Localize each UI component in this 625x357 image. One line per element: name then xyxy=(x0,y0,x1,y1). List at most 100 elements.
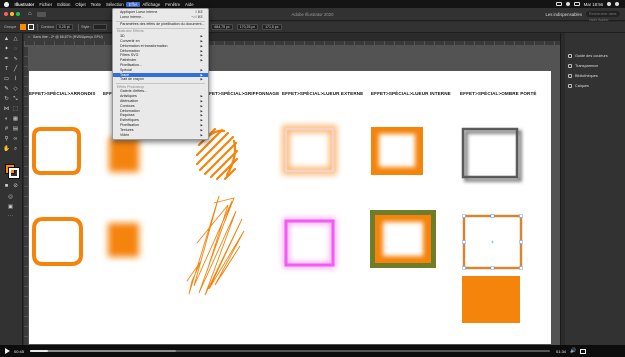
document-tab-label: Sans titre - 2* @ 66,67% (RVB/Aperçu GPU… xyxy=(33,35,103,39)
menu-effet[interactable]: Effet xyxy=(126,1,140,7)
menu-illustrator[interactable]: Illustrator xyxy=(12,2,37,7)
rectangle-tool-icon[interactable]: ▭ xyxy=(3,76,10,83)
direct-selection-tool-icon[interactable]: △ xyxy=(12,36,19,43)
clock[interactable]: Mar 18:56 xyxy=(582,2,605,7)
effet-menu-item[interactable]: Lueur interne... ⌥⇧⌘E xyxy=(113,15,208,20)
color-mode-icon[interactable]: ■ xyxy=(3,183,10,190)
graphic-style-picker[interactable] xyxy=(93,24,108,30)
artboard[interactable]: EFFET>SPÉCIAL>ARRONDIS EFFET>SPÉCIAL>FLO… xyxy=(29,71,551,344)
video-seek-bar[interactable] xyxy=(30,350,551,352)
menu-edition[interactable]: Edition xyxy=(55,2,73,7)
home-icon[interactable]: ⌂ xyxy=(28,11,32,17)
fill-swatch[interactable] xyxy=(20,24,27,30)
blend-tool-icon[interactable]: ∞ xyxy=(12,136,19,143)
apple-icon[interactable] xyxy=(4,1,9,7)
eyedropper-tool-icon[interactable]: ⚲ xyxy=(3,136,10,143)
none-mode-icon[interactable]: ⊘ xyxy=(12,183,19,190)
selected-frame[interactable] xyxy=(462,214,523,270)
hand-tool-icon[interactable]: ✋ xyxy=(3,146,10,153)
notification-icon[interactable] xyxy=(615,2,619,6)
minimize-window-icon[interactable] xyxy=(10,12,14,16)
blur-square-bottom[interactable] xyxy=(108,223,139,257)
canvas[interactable]: EFFET>SPÉCIAL>ARRONDIS EFFET>SPÉCIAL>FLO… xyxy=(29,46,560,345)
h-field[interactable]: 171,5 px xyxy=(262,24,282,30)
scale-tool-icon[interactable]: ⤡ xyxy=(12,96,19,103)
menu-selection[interactable]: Sélection xyxy=(103,2,126,7)
rotate-tool-icon[interactable]: ↻ xyxy=(3,96,10,103)
scribble-loose[interactable] xyxy=(186,195,245,296)
outer-glow-frame-top[interactable] xyxy=(284,127,335,173)
tools-panel: ▲ △ ✦ ◌ ✒ ∿ T ╱ ▭ ⌇ ✎ ◇ ↻ ⤡ ⋈ ⬚ ◐ ▦ # ▤ … xyxy=(0,33,23,345)
menu-objet[interactable]: Objet xyxy=(73,2,88,7)
free-transform-tool-icon[interactable]: ⬚ xyxy=(12,106,19,113)
perspective-tool-icon[interactable]: ▦ xyxy=(12,116,19,123)
zoom-tool-icon[interactable]: ⌕ xyxy=(12,146,19,153)
help-search-input[interactable]: Rechercher dans l'aide Adobe xyxy=(586,11,620,22)
y-field[interactable]: 684,75 px xyxy=(211,24,233,30)
selection-tool-icon[interactable]: ▲ xyxy=(3,36,10,43)
width-tool-icon[interactable]: ⋈ xyxy=(3,106,10,113)
inner-glow-frame-top[interactable] xyxy=(371,127,423,175)
blur-square-top[interactable] xyxy=(109,138,139,172)
screen-mode-icon[interactable]: ▣ xyxy=(7,204,14,211)
pencil-tool-icon[interactable]: ✎ xyxy=(3,86,10,93)
magic-wand-tool-icon[interactable]: ✦ xyxy=(3,46,10,53)
stroke-swatch[interactable] xyxy=(28,24,35,30)
arrange-documents-icon[interactable] xyxy=(36,11,46,17)
app-title: Adobe Illustrator 2020 xyxy=(291,12,334,17)
orange-square[interactable] xyxy=(462,276,520,323)
shape-builder-tool-icon[interactable]: ◐ xyxy=(3,116,10,123)
close-tab-icon[interactable]: × xyxy=(28,35,30,39)
outer-glow-frame-bottom[interactable] xyxy=(284,219,335,267)
battery-icon[interactable] xyxy=(573,2,580,6)
menu-fichier[interactable]: Fichier xyxy=(37,2,55,7)
panel-bibliotheques[interactable]: Bibliothèques xyxy=(565,71,625,81)
submenu-arrow-icon: ▶ xyxy=(200,77,203,82)
zoom-window-icon[interactable] xyxy=(16,12,20,16)
menu-fenetre[interactable]: Fenêtre xyxy=(163,2,183,7)
play-icon[interactable] xyxy=(5,348,10,354)
type-tool-icon[interactable]: T xyxy=(3,66,10,73)
menu-aide[interactable]: Aide xyxy=(183,2,197,7)
wifi-icon[interactable] xyxy=(565,2,570,6)
effet-menu-item[interactable]: Trait de crayon ▶ xyxy=(113,77,208,82)
app-bar: ⌂ Adobe Illustrator 2020 Les indispensab… xyxy=(0,8,625,22)
line-tool-icon[interactable]: ╱ xyxy=(12,66,19,73)
search-icon[interactable] xyxy=(607,2,611,6)
drop-shadow-shadow xyxy=(464,130,522,182)
lasso-tool-icon[interactable]: ◌ xyxy=(12,46,19,53)
gradient-tool-icon[interactable]: ▤ xyxy=(12,126,19,133)
w-field[interactable]: 170,25 px xyxy=(236,24,259,30)
close-window-icon[interactable] xyxy=(4,12,8,16)
menu-affichage[interactable]: Affichage xyxy=(140,2,163,7)
more-tools-icon[interactable]: ⋯ xyxy=(7,214,14,221)
drop-shadow-frame[interactable] xyxy=(461,127,519,179)
panel-calques[interactable]: Calques xyxy=(565,81,625,91)
effet-menu-item[interactable]: Paramètres des effets de pixellisation d… xyxy=(113,22,208,27)
draw-mode-icon[interactable]: ◎ xyxy=(7,194,14,201)
stroke-color-box[interactable] xyxy=(8,167,20,179)
effet-menu: Appliquer Lueur interne ⇧⌘E Lueur interne.… xyxy=(112,8,209,140)
video-duration: 01:34 xyxy=(556,348,567,354)
inner-glow-frame-bottom[interactable] xyxy=(370,210,436,268)
panel-guide-couleurs[interactable]: Guide des couleurs xyxy=(565,51,625,61)
paintbrush-tool-icon[interactable]: ⌇ xyxy=(12,76,19,83)
effet-menu-item[interactable]: Vidéo ▶ xyxy=(113,133,208,138)
pen-tool-icon[interactable]: ✒ xyxy=(3,56,10,63)
document-tab[interactable]: × Sans titre - 2* @ 66,67% (RVB/Aperçu GP… xyxy=(24,34,114,41)
window-controls xyxy=(4,12,20,16)
eraser-tool-icon[interactable]: ◇ xyxy=(12,86,19,93)
right-panels: Guide des couleurs Transparence Biblioth… xyxy=(565,33,625,345)
rounded-frame-bottom[interactable] xyxy=(32,217,83,266)
volume-icon[interactable]: 🔊 xyxy=(570,348,576,354)
mesh-tool-icon[interactable]: # xyxy=(3,126,10,133)
cc-icon[interactable] xyxy=(555,2,562,6)
menu-texte[interactable]: Texte xyxy=(88,2,103,7)
workspace-switcher[interactable]: Les indispensables xyxy=(545,12,582,17)
fullscreen-icon[interactable] xyxy=(580,348,587,354)
rounded-frame-top[interactable] xyxy=(32,127,81,175)
panel-transparence[interactable]: Transparence xyxy=(565,61,625,71)
divider xyxy=(37,23,38,31)
stroke-weight-field[interactable]: 0,25 pt xyxy=(55,24,73,30)
curvature-tool-icon[interactable]: ∿ xyxy=(12,56,19,63)
